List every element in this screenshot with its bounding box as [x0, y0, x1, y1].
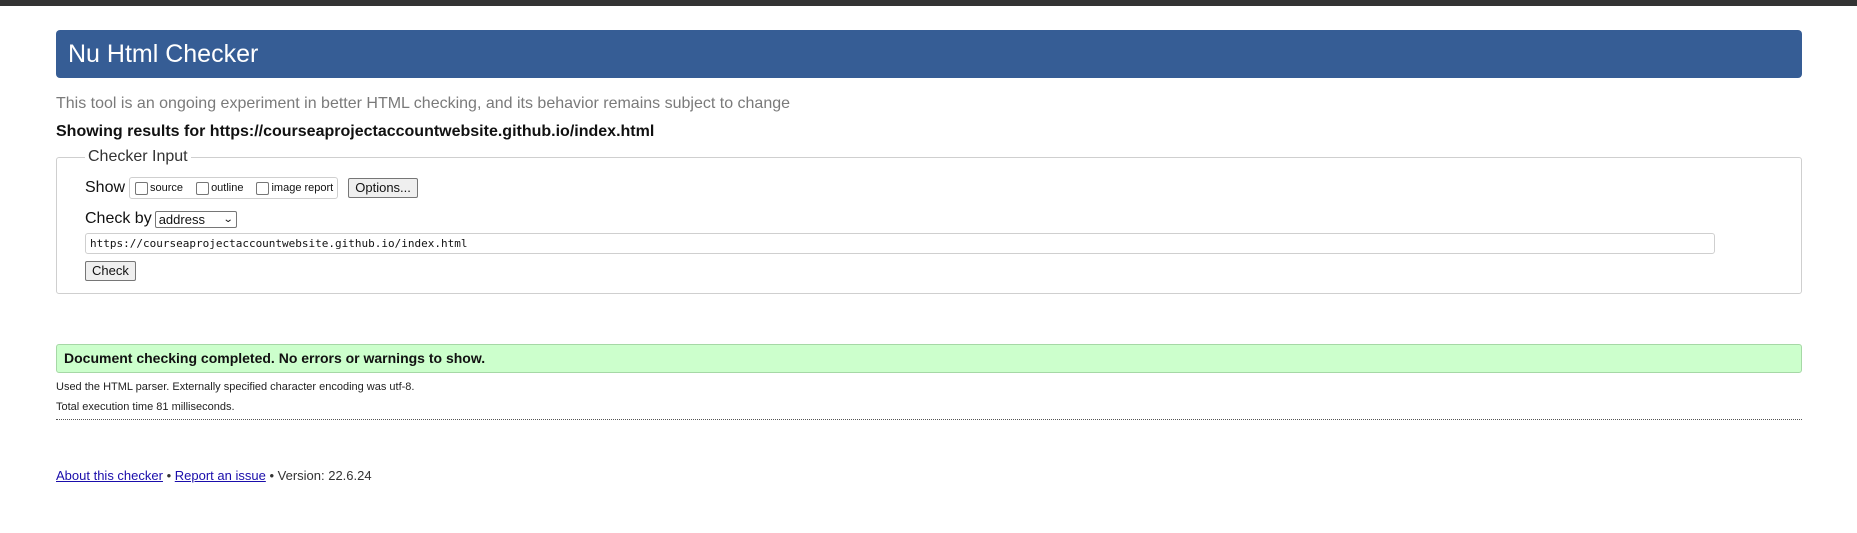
outline-checkbox-label[interactable]: outline [211, 182, 243, 194]
page-title: Nu Html Checker [68, 40, 259, 68]
show-row: Show source outline image report Options… [85, 176, 1801, 200]
report-issue-link[interactable]: Report an issue [175, 468, 266, 483]
results-for-heading: Showing results for https://courseaproje… [56, 123, 655, 140]
check-button[interactable]: Check [85, 261, 136, 281]
footer-separator-2: • [269, 468, 275, 483]
image-report-checkbox[interactable] [256, 181, 270, 195]
top-strip [0, 0, 1857, 6]
chevron-down-icon: ⌄ [223, 213, 234, 225]
image-report-checkbox-label[interactable]: image report [271, 182, 333, 194]
url-input[interactable]: https://courseaprojectaccountwebsite.git… [85, 233, 1715, 254]
footer: About this checker • Report an issue • V… [56, 468, 1802, 483]
checker-input-legend: Checker Input [88, 148, 188, 165]
footer-separator-1: • [166, 468, 172, 483]
outline-checkbox[interactable] [196, 181, 210, 195]
check-by-value: address [158, 211, 205, 227]
show-label: Show [85, 179, 126, 196]
success-message: Document checking completed. No errors o… [56, 344, 1802, 373]
check-by-row: Check by address ⌄ [85, 209, 1801, 229]
execution-time: Total execution time 81 milliseconds. [56, 401, 235, 413]
check-by-select[interactable]: address ⌄ [154, 210, 237, 228]
dotted-divider [56, 419, 1802, 420]
about-checker-link[interactable]: About this checker [56, 468, 163, 483]
options-button[interactable]: Options... [348, 178, 418, 198]
page-title-banner: Nu Html Checker [56, 30, 1802, 78]
version-text: Version: 22.6.24 [277, 468, 372, 483]
source-checkbox-label[interactable]: source [150, 182, 183, 194]
page: Nu Html Checker This tool is an ongoing … [56, 30, 1802, 483]
show-options-group: source outline image report [129, 177, 339, 199]
parser-note: Used the HTML parser. Externally specifi… [56, 381, 415, 393]
check-by-label: Check by [85, 210, 152, 227]
source-checkbox[interactable] [135, 181, 149, 195]
subtitle: This tool is an ongoing experiment in be… [56, 95, 791, 112]
checker-input-fieldset: Checker Input Show source outline image … [56, 148, 1802, 294]
